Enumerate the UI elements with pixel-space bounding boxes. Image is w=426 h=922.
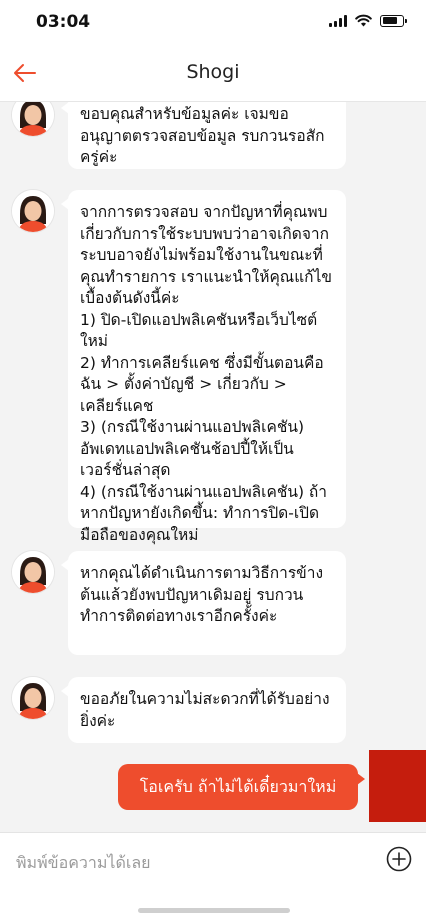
wifi-icon	[355, 14, 372, 27]
status-bar: 03:04	[0, 0, 426, 44]
status-icons	[329, 14, 407, 27]
agent-avatar-image	[12, 677, 54, 719]
agent-avatar-image	[12, 102, 54, 136]
agent-message-bubble: ขอบคุณสำหรับข้อมูลค่ะ เจมขออนุญาตตรวจสอบ…	[61, 102, 346, 169]
agent-avatar-image	[12, 190, 54, 232]
battery-level	[382, 17, 397, 24]
message-list[interactable]: ขอบคุณสำหรับข้อมูลค่ะ เจมขออนุญาตตรวจสอบ…	[0, 102, 426, 832]
user-message-bubble: โอเครับ ถ้าไม่ได้เดี๋ยวมาใหม่	[118, 764, 365, 810]
home-indicator[interactable]	[138, 908, 290, 913]
agent-avatar	[12, 677, 54, 719]
agent-avatar	[12, 190, 54, 232]
agent-message-bubble: จากการตรวจสอบ จากปัญหาที่คุณพบเกี่ยวกับก…	[61, 190, 346, 544]
chat-title: Shogi	[186, 61, 240, 83]
chat-header: Shogi	[0, 44, 426, 102]
status-time: 03:04	[36, 12, 91, 32]
agent-avatar	[12, 102, 54, 136]
cellular-signal-icon	[329, 14, 347, 27]
agent-avatar-image	[12, 551, 54, 593]
add-attachment-button[interactable]	[386, 846, 412, 872]
battery-icon	[380, 14, 407, 27]
user-avatar	[369, 750, 426, 822]
agent-message-bubble: หากคุณได้ดำเนินการตามวิธีการข้างต้นแล้วย…	[61, 551, 346, 655]
message-input[interactable]	[14, 848, 358, 876]
message-input-bar	[0, 832, 426, 888]
home-area	[0, 888, 426, 922]
plus-circle-icon	[386, 846, 412, 872]
agent-avatar	[12, 551, 54, 593]
agent-message-bubble: ขออภัยในความไม่สะดวกที่ได้รับอย่างยิ่งค่…	[61, 677, 346, 743]
